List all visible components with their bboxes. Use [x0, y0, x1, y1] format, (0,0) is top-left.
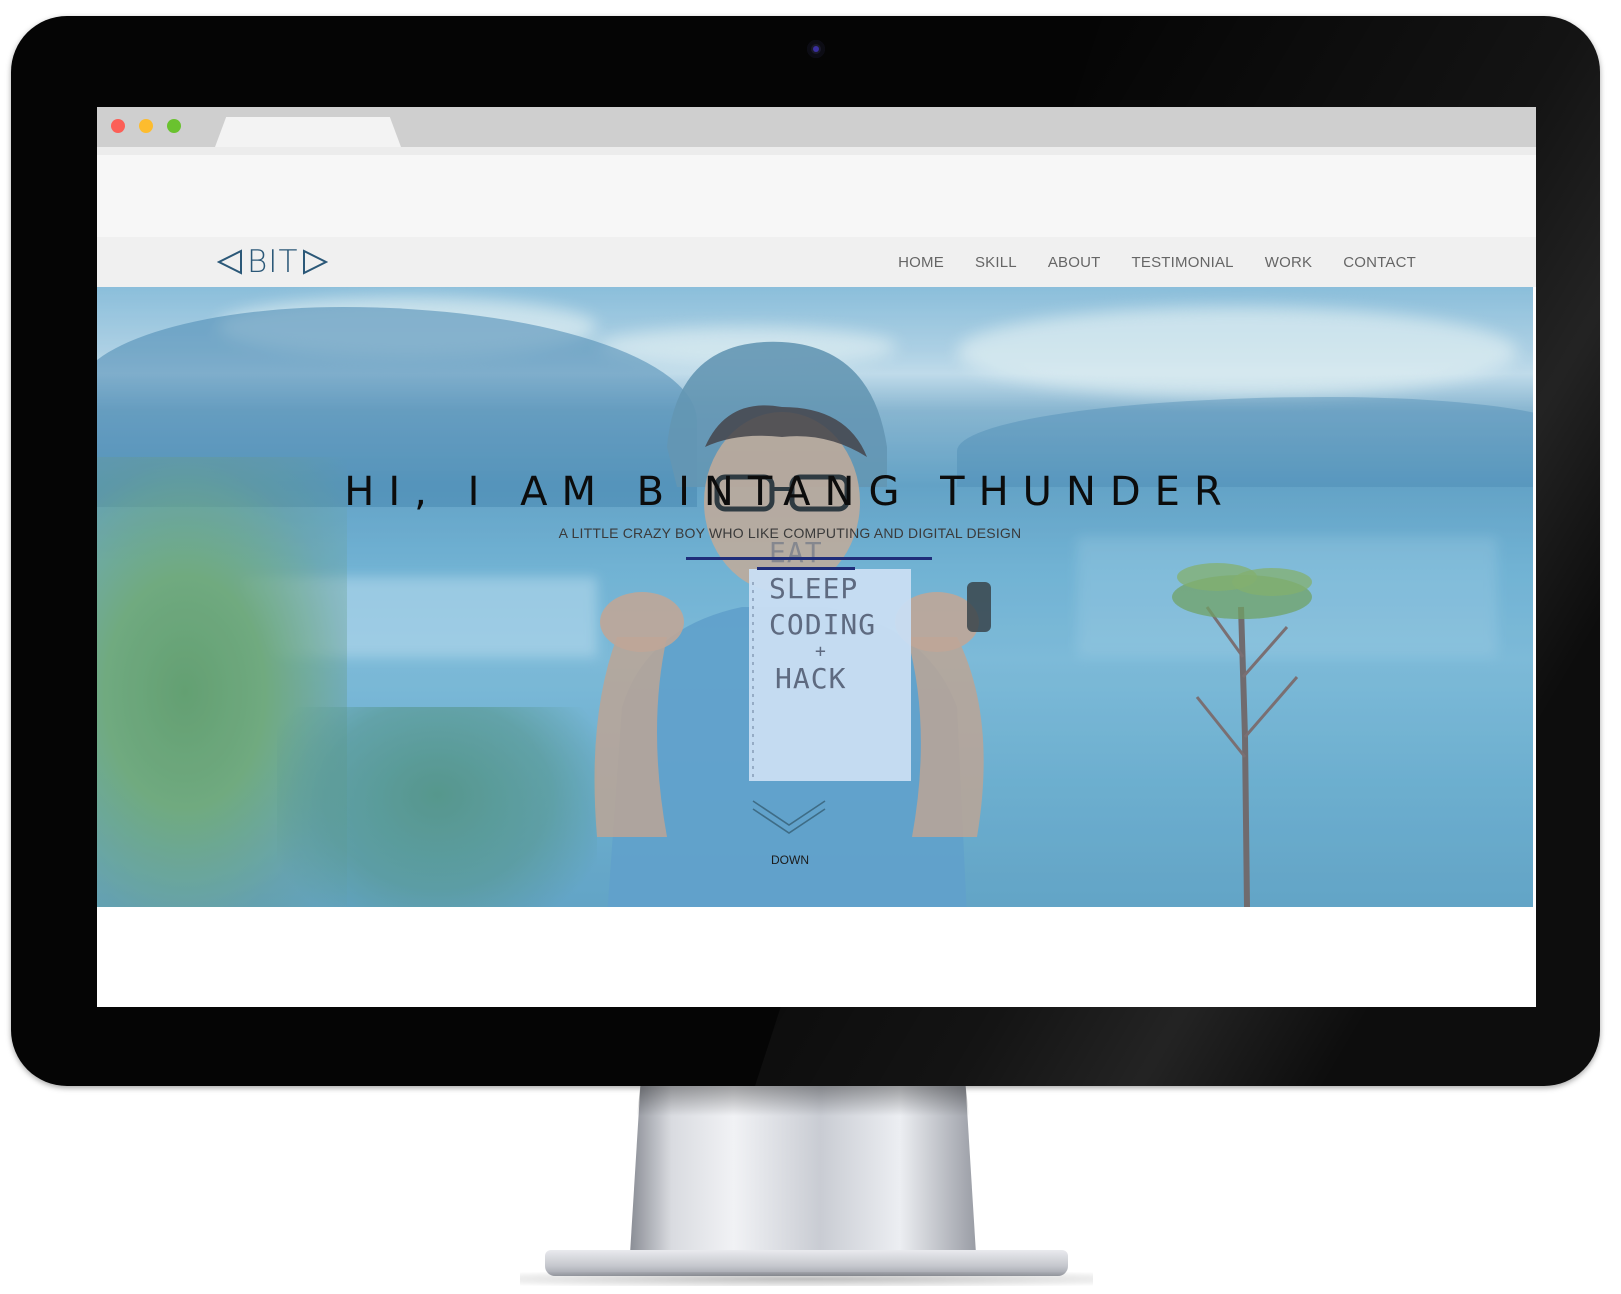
note-line-sleep: SLEEP: [769, 572, 859, 605]
nav-work[interactable]: WORK: [1265, 254, 1312, 271]
base-shadow: [520, 1272, 1093, 1286]
browser-titlebar: [97, 107, 1536, 147]
webcam-icon: [807, 40, 825, 58]
logo-text: BIT: [247, 244, 299, 280]
browser-window: BIT HOME SKILL ABOUT TESTIMONIAL WORK CO…: [97, 107, 1536, 1007]
nav-skill[interactable]: SKILL: [975, 254, 1017, 271]
nav-home[interactable]: HOME: [898, 254, 944, 271]
page-top-area: [97, 155, 1536, 237]
site-logo[interactable]: BIT: [217, 244, 329, 280]
close-window-button[interactable]: [111, 119, 125, 133]
nav-about[interactable]: ABOUT: [1048, 254, 1101, 271]
note-line-hack: HACK: [775, 662, 847, 695]
maximize-window-button[interactable]: [167, 119, 181, 133]
site-navbar: BIT HOME SKILL ABOUT TESTIMONIAL WORK CO…: [97, 237, 1536, 287]
scroll-down-label[interactable]: DOWN: [97, 853, 1483, 867]
triangle-right-icon: [303, 249, 329, 275]
triangle-left-icon: [217, 249, 242, 275]
page-bottom-area: [97, 907, 1536, 1007]
nav-contact[interactable]: CONTACT: [1343, 254, 1416, 271]
hero-subtitle: A LITTLE CRAZY BOY WHO LIKE COMPUTING AN…: [558, 525, 1022, 541]
main-nav: HOME SKILL ABOUT TESTIMONIAL WORK CONTAC…: [867, 237, 1416, 287]
stand-shadow: [636, 1086, 970, 1116]
title-underline-long: [686, 557, 932, 560]
hero-section: EAT SLEEP CODING + HACK HI, I AM BINTANG…: [97, 287, 1533, 907]
browser-toolbar: [97, 147, 1536, 155]
browser-tab[interactable]: [215, 117, 401, 147]
chevron-down-icon[interactable]: [751, 799, 827, 835]
note-line-coding: CODING: [769, 608, 877, 641]
note-line-plus: +: [815, 641, 827, 662]
hero-title: HI, I AM BINTANG THUNDER: [344, 469, 1236, 515]
monitor-frame: BIT HOME SKILL ABOUT TESTIMONIAL WORK CO…: [11, 16, 1600, 1086]
nav-testimonial[interactable]: TESTIMONIAL: [1132, 254, 1234, 271]
minimize-window-button[interactable]: [139, 119, 153, 133]
title-underline-short: [757, 567, 855, 570]
